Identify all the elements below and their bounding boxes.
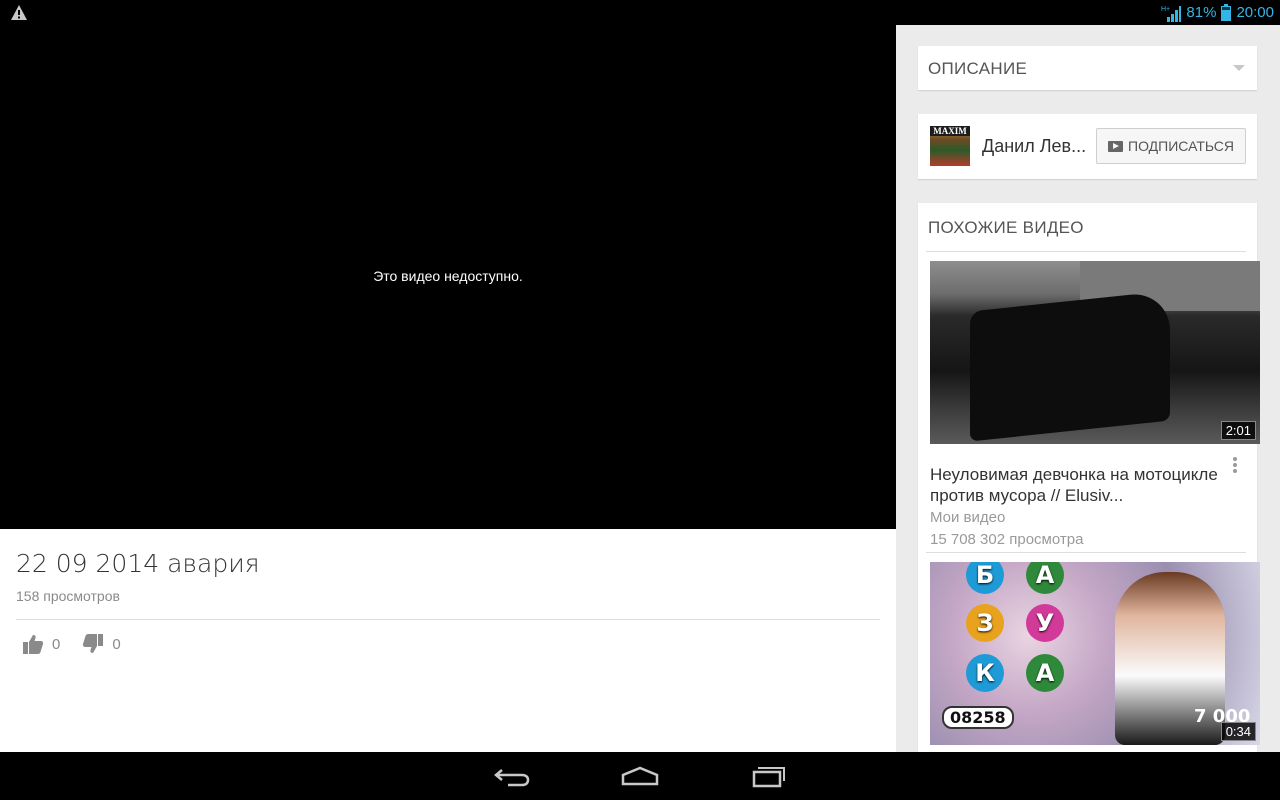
divider: [926, 552, 1246, 553]
video-unavailable-message: Это видео недоступно.: [373, 268, 523, 284]
subscribe-button[interactable]: ПОДПИСАТЬСЯ: [1096, 128, 1246, 164]
like-count: 0: [52, 635, 61, 653]
related-video-views: 15 708 302 просмотра: [930, 531, 1084, 548]
thumbs-up-icon[interactable]: [22, 633, 44, 655]
back-icon[interactable]: [492, 762, 532, 790]
side-pane: ОПИСАНИЕ MAXIM Данил Лев... ПОДПИСАТЬСЯ …: [896, 25, 1280, 752]
description-header: ОПИСАНИЕ: [928, 59, 1028, 78]
channel-name[interactable]: Данил Лев...: [982, 136, 1086, 157]
letter-ball: К: [966, 654, 1004, 692]
related-video-channel: Мои видео: [930, 509, 1006, 526]
video-info-panel: 22 09 2014 авария 158 просмотров 0 0: [0, 529, 896, 752]
svg-text:H+: H+: [1161, 6, 1170, 13]
divider: [926, 251, 1246, 252]
signal-icon: H+: [1161, 5, 1182, 22]
status-bar: H+ 81% 20:00: [0, 0, 1280, 25]
subscribe-label: ПОДПИСАТЬСЯ: [1128, 138, 1234, 154]
thumbnail-score: 08258: [942, 706, 1014, 729]
thumbs-down-icon[interactable]: [82, 633, 104, 655]
more-options-icon[interactable]: [1232, 456, 1238, 474]
clock: 20:00: [1236, 4, 1274, 21]
battery-percent: 81%: [1186, 4, 1217, 21]
letter-ball: Б: [966, 562, 1004, 594]
related-videos-card: ПОХОЖИЕ ВИДЕО 2:01 Неуловимая девчонка н…: [918, 203, 1260, 752]
video-duration: 2:01: [1220, 421, 1256, 440]
thumbnail-car: [970, 290, 1170, 442]
related-videos-header: ПОХОЖИЕ ВИДЕО: [928, 218, 1084, 237]
youtube-play-icon: [1108, 140, 1124, 152]
description-card[interactable]: ОПИСАНИЕ: [918, 46, 1257, 90]
channel-avatar[interactable]: MAXIM: [930, 126, 970, 166]
video-title: 22 09 2014 авария: [16, 549, 260, 578]
home-icon[interactable]: [620, 762, 660, 790]
dislike-count: 0: [112, 635, 121, 653]
video-thumbnail[interactable]: 2:01: [930, 261, 1260, 444]
warning-icon: [11, 5, 27, 20]
video-player[interactable]: Это видео недоступно.: [0, 25, 896, 529]
status-icons: H+ 81% 20:00: [1161, 0, 1274, 25]
video-thumbnail[interactable]: Б А З У К А 08258 7 000 0:34: [930, 562, 1260, 745]
video-duration: 0:34: [1220, 722, 1256, 741]
letter-ball: А: [1026, 562, 1064, 594]
recent-apps-icon[interactable]: [748, 762, 788, 790]
letter-ball: З: [966, 604, 1004, 642]
video-view-count: 158 просмотров: [16, 588, 120, 604]
chevron-down-icon[interactable]: [1233, 65, 1245, 71]
related-video-title[interactable]: Неуловимая девчонка на мотоцикле против …: [930, 464, 1230, 506]
battery-icon: [1221, 4, 1232, 21]
letter-ball: У: [1026, 604, 1064, 642]
avatar-logo-text: MAXIM: [930, 126, 970, 136]
navigation-bar: [0, 752, 1280, 800]
divider: [16, 619, 880, 620]
rating-row: 0 0: [22, 633, 143, 655]
letter-ball: А: [1026, 654, 1064, 692]
channel-card: MAXIM Данил Лев... ПОДПИСАТЬСЯ: [918, 114, 1257, 179]
